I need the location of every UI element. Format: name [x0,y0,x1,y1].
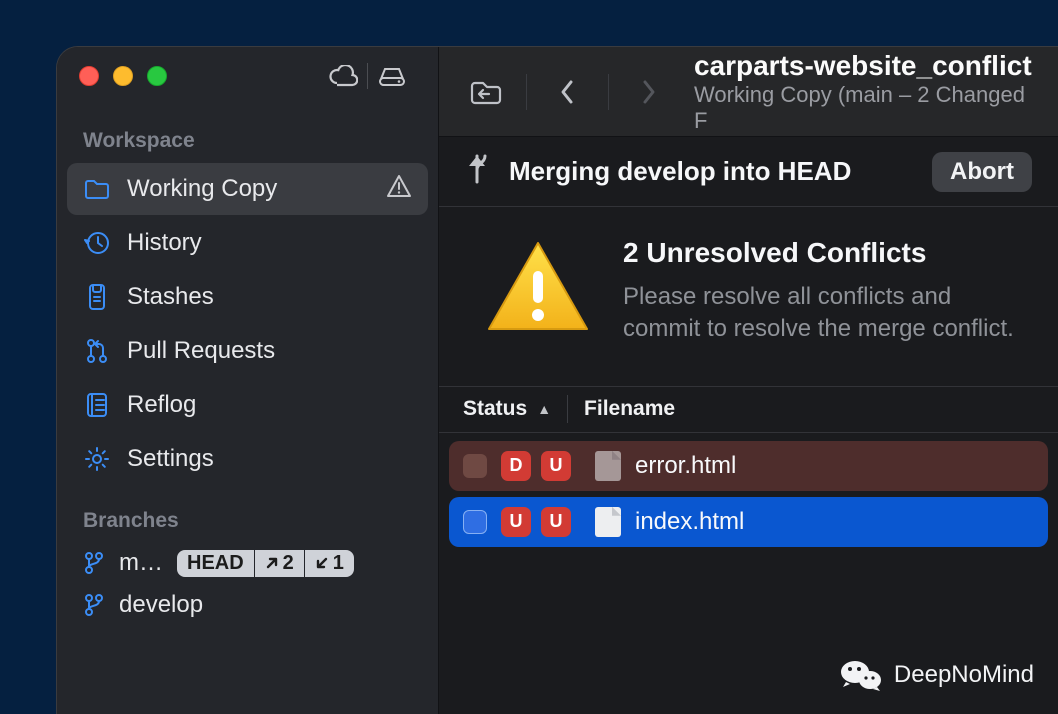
sidebar-item-reflog[interactable]: Reflog [67,379,428,431]
file-icon [595,451,621,481]
branch-tags: HEAD 2 1 [177,550,354,577]
main-panel: carparts-website_conflict Working Copy (… [439,47,1058,714]
branch-name: m… [119,549,163,577]
branches-nav: m… HEAD 2 1 develop [57,543,438,625]
merge-bar: Merging develop into HEAD Abort [439,137,1058,207]
sidebar-item-history[interactable]: History [67,217,428,269]
wechat-icon [840,658,882,692]
sort-ascending-icon: ▲ [537,401,551,417]
zoom-window-button[interactable] [147,66,167,86]
separator [526,74,527,110]
branch-item-develop[interactable]: develop [67,585,428,625]
ahead-tag: 2 [255,550,305,577]
gear-icon [83,445,111,473]
close-window-button[interactable] [79,66,99,86]
warning-icon [386,174,412,205]
workspace-section-header: Workspace [57,105,438,163]
stash-icon [83,283,111,311]
sidebar-item-label: Working Copy [127,175,277,203]
main-toolbar: carparts-website_conflict Working Copy (… [439,47,1058,137]
watermark: DeepNoMind [840,658,1034,692]
abort-button[interactable]: Abort [932,152,1032,192]
nav-back-button[interactable] [541,65,594,119]
branches-section-header: Branches [57,485,438,543]
conflict-description: Please resolve all conflicts and commit … [623,281,1032,346]
branch-name: develop [119,591,203,619]
sidebar-item-pull-requests[interactable]: Pull Requests [67,325,428,377]
disk-icon[interactable] [368,65,416,87]
file-list: D U error.html U U index.html [439,433,1058,555]
status-badge: D [501,451,531,481]
stage-checkbox[interactable] [463,510,487,534]
conflict-panel: 2 Unresolved Conflicts Please resolve al… [439,207,1058,387]
cloud-icon[interactable] [319,65,367,87]
pull-request-icon [83,337,111,365]
behind-tag: 1 [305,550,354,577]
status-badge: U [501,507,531,537]
sidebar-item-label: History [127,229,202,257]
sidebar-item-label: Settings [127,445,214,473]
titlebar [57,47,438,105]
sidebar-item-working-copy[interactable]: Working Copy [67,163,428,215]
sidebar: Workspace Working Copy History [57,47,439,714]
sidebar-item-settings[interactable]: Settings [67,433,428,485]
column-filename[interactable]: Filename [574,397,685,421]
file-icon [595,507,621,537]
folder-icon [83,175,111,203]
branch-item-main[interactable]: m… HEAD 2 1 [67,543,428,583]
head-tag: HEAD [177,550,255,577]
toolbar-titles: carparts-website_conflict Working Copy (… [694,50,1038,134]
warning-icon [483,237,593,342]
file-name: error.html [635,452,736,480]
workspace-nav: Working Copy History Stashes [57,163,438,485]
file-row[interactable]: U U index.html [449,497,1048,547]
parent-repo-button[interactable] [459,65,512,119]
sidebar-item-label: Reflog [127,391,196,419]
merge-text: Merging develop into HEAD [509,156,851,187]
separator [608,74,609,110]
traffic-lights [79,66,167,86]
history-icon [83,229,111,257]
status-badge: U [541,507,571,537]
branch-icon [83,593,105,617]
column-divider [567,395,568,423]
column-status[interactable]: Status ▲ [453,397,561,421]
watermark-text: DeepNoMind [894,661,1034,689]
sidebar-item-label: Stashes [127,283,214,311]
conflict-title: 2 Unresolved Conflicts [623,237,1032,269]
status-badge: U [541,451,571,481]
minimize-window-button[interactable] [113,66,133,86]
repo-subtitle: Working Copy (main – 2 Changed F [694,82,1038,134]
sidebar-item-label: Pull Requests [127,337,275,365]
branch-icon [83,551,105,575]
file-name: index.html [635,508,744,536]
nav-forward-button[interactable] [623,65,676,119]
stage-checkbox[interactable] [463,454,487,478]
reflog-icon [83,391,111,419]
app-window: Workspace Working Copy History [56,46,1058,714]
file-row[interactable]: D U error.html [449,441,1048,491]
repo-title: carparts-website_conflict [694,50,1038,82]
column-headers: Status ▲ Filename [439,387,1058,433]
merge-icon [465,154,489,189]
sidebar-item-stashes[interactable]: Stashes [67,271,428,323]
